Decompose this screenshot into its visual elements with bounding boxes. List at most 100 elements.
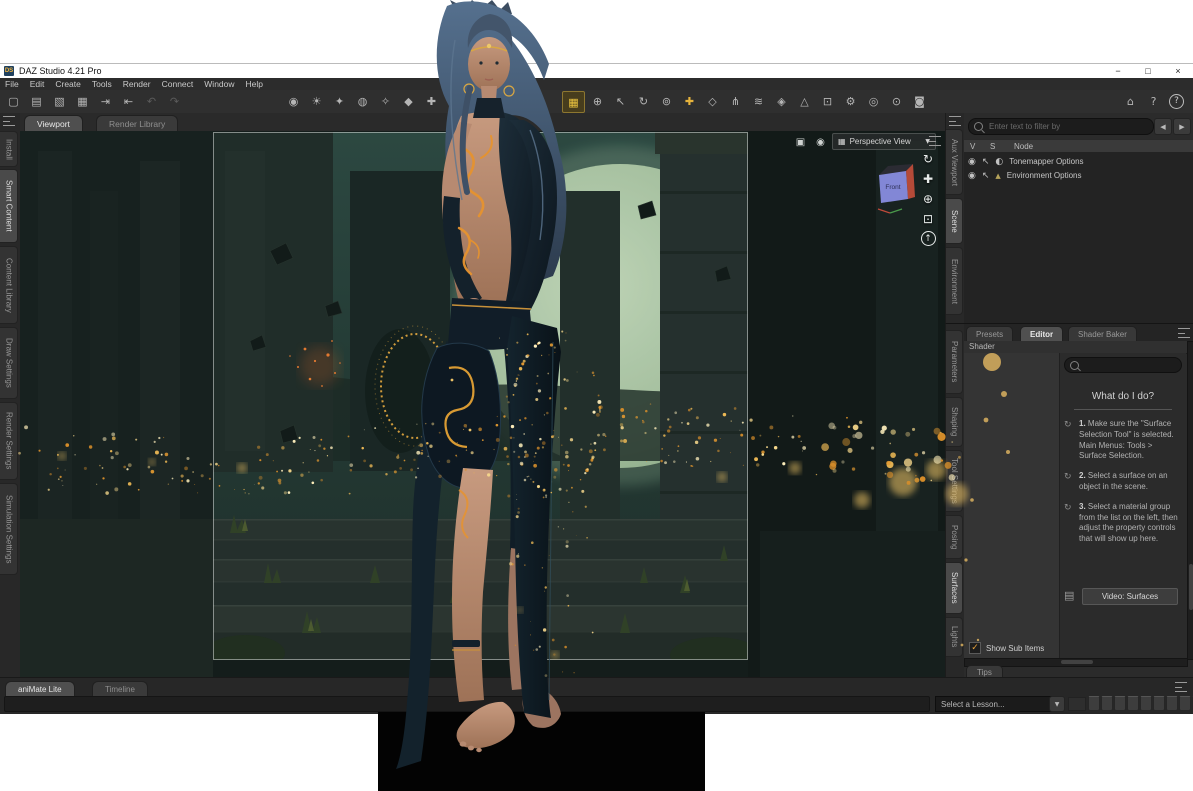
eye-icon[interactable]: ◉ xyxy=(968,171,976,181)
selectable-pointer-icon[interactable]: ↖ xyxy=(982,157,990,167)
rotate-tool-icon[interactable]: ↻ xyxy=(633,91,654,111)
close-button[interactable]: × xyxy=(1163,65,1193,78)
import-icon[interactable]: ⇥ xyxy=(95,91,116,111)
camera-settings-tool-icon[interactable]: ⊙ xyxy=(886,91,907,111)
new-primitive-icon[interactable]: ◆ xyxy=(398,91,419,111)
new-distant-light-icon[interactable]: ☀ xyxy=(306,91,327,111)
scene-outline-icon[interactable]: ≡ xyxy=(444,91,465,111)
menu-edit[interactable]: Edit xyxy=(30,79,45,89)
aspect-frame-icon[interactable]: ▣ xyxy=(790,132,811,152)
menu-create[interactable]: Create xyxy=(55,79,81,89)
whats-this-icon[interactable]: ? xyxy=(1143,91,1164,111)
tab-lights[interactable]: Lights xyxy=(946,617,963,657)
menu-connect[interactable]: Connect xyxy=(162,79,194,89)
sidebar-tab-render-settings[interactable]: Render Settings xyxy=(0,402,18,480)
open-scene-icon[interactable]: ▤ xyxy=(26,91,47,111)
filter-prev-button[interactable]: ◀ xyxy=(1154,118,1172,135)
merge-scene-icon[interactable]: ▧ xyxy=(49,91,70,111)
menu-tools[interactable]: Tools xyxy=(92,79,112,89)
tab-surfaces[interactable]: Surfaces xyxy=(946,562,963,614)
figure-setup-tool-icon[interactable]: △ xyxy=(794,91,815,111)
editor-vscrollbar[interactable] xyxy=(1187,341,1193,660)
export-icon[interactable]: ⇤ xyxy=(118,91,139,111)
lesson-nav-button[interactable] xyxy=(1101,696,1113,711)
node-row-tonemapper[interactable]: ◉ ↖ ◐ Tonemapper Options xyxy=(968,155,1084,168)
home-icon[interactable]: ⌂ xyxy=(1120,91,1141,111)
save-scene-icon[interactable]: ▦ xyxy=(72,91,93,111)
node-selection-tool-icon[interactable]: ↖ xyxy=(610,91,631,111)
tab-timeline[interactable]: Timeline xyxy=(92,681,148,696)
viewport-options-menu-icon[interactable] xyxy=(929,136,941,146)
geometry-editor-tool-icon[interactable]: ◈ xyxy=(771,91,792,111)
selectable-pointer-icon[interactable]: ↖ xyxy=(982,171,990,181)
sidebar-tab-install[interactable]: Install xyxy=(0,131,18,167)
camera-view-icon[interactable]: ◉ xyxy=(810,132,831,152)
lesson-nav-button[interactable] xyxy=(1140,696,1152,711)
scale-tool-icon[interactable]: ◇ xyxy=(702,91,723,111)
view-cube[interactable]: Front xyxy=(872,159,918,217)
new-environment-icon[interactable]: ◍ xyxy=(352,91,373,111)
checkbox-checked-icon[interactable]: ✓ xyxy=(969,642,981,654)
lesson-nav-button[interactable] xyxy=(1179,696,1191,711)
menu-window[interactable]: Window xyxy=(204,79,234,89)
tab-tool-settings[interactable]: Tool Settings xyxy=(946,450,963,512)
tab-scene[interactable]: Scene xyxy=(946,198,963,244)
scene-dock-menu-icon[interactable] xyxy=(949,116,961,126)
editor-search-input[interactable] xyxy=(1083,360,1176,371)
lesson-nav-button[interactable] xyxy=(1114,696,1126,711)
sidebar-tab-content-library[interactable]: Content Library xyxy=(0,246,18,324)
spot-render-tool-icon[interactable]: ⊡ xyxy=(817,91,838,111)
universal-tool-icon[interactable]: ✚ xyxy=(679,91,700,111)
sidebar-tab-smart-content[interactable]: Smart Content xyxy=(0,169,18,243)
sphere-settings-tool-icon[interactable]: ◎ xyxy=(863,91,884,111)
redo-icon[interactable]: ↷ xyxy=(164,91,185,111)
lesson-nav-button[interactable] xyxy=(1127,696,1139,711)
zoom-icon[interactable]: ⊕ xyxy=(920,191,936,207)
frame-icon[interactable]: ⊡ xyxy=(920,211,936,227)
undo-icon[interactable]: ↶ xyxy=(141,91,162,111)
camera-selector-dropdown[interactable]: ▦ Perspective View ▼ xyxy=(832,133,936,150)
render-button-icon[interactable]: ◙ xyxy=(909,91,930,111)
tab-editor[interactable]: Editor xyxy=(1020,326,1063,342)
scene-navigator-tool-icon[interactable]: ⊕ xyxy=(587,91,608,111)
active-pose-tool-icon[interactable]: ⊚ xyxy=(656,91,677,111)
sidebar-tab-draw-settings[interactable]: Draw Settings xyxy=(0,327,18,399)
help-icon[interactable]: ? xyxy=(1166,91,1187,111)
filter-next-button[interactable]: ▶ xyxy=(1173,118,1191,135)
lesson-dropdown-arrow[interactable]: ▼ xyxy=(1049,696,1065,712)
aim-home-icon[interactable]: ↑ xyxy=(921,231,936,246)
viewport-canvas[interactable]: ▣ ◉ ▦ Perspective View ▼ Front xyxy=(20,131,945,677)
new-null-icon[interactable]: ✚ xyxy=(421,91,442,111)
tab-shaping[interactable]: Shaping xyxy=(946,397,963,447)
tab-aux-viewport[interactable]: Aux Viewport xyxy=(946,129,963,195)
joint-editor-tool-icon[interactable]: ⋔ xyxy=(725,91,746,111)
tab-environment[interactable]: Environment xyxy=(946,247,963,315)
lesson-pane-menu-icon[interactable] xyxy=(1175,682,1187,692)
animate-track[interactable] xyxy=(4,696,930,712)
pan-icon[interactable]: ✚ xyxy=(920,171,936,187)
new-scene-icon[interactable]: ▢ xyxy=(3,91,24,111)
lesson-nav-button[interactable] xyxy=(1153,696,1165,711)
weight-map-tool-icon[interactable]: ≋ xyxy=(748,91,769,111)
surface-selection-tool-icon[interactable]: ▦ xyxy=(562,91,585,113)
orbit-icon[interactable]: ↻ xyxy=(920,151,936,167)
new-camera-icon[interactable]: ◉ xyxy=(283,91,304,111)
new-spotlight-icon[interactable]: ✧ xyxy=(375,91,396,111)
tab-render-library[interactable]: Render Library xyxy=(96,115,178,132)
new-point-light-icon[interactable]: ✦ xyxy=(329,91,350,111)
node-row-environment[interactable]: ◉ ↖ ▲ Environment Options xyxy=(968,169,1082,182)
eye-icon[interactable]: ◉ xyxy=(968,157,976,167)
minimize-button[interactable]: − xyxy=(1103,65,1133,78)
tab-parameters[interactable]: Parameters xyxy=(946,330,963,394)
left-dock-menu-icon[interactable] xyxy=(3,116,15,126)
lesson-dropdown[interactable]: Select a Lesson... xyxy=(935,696,1059,712)
maximize-button[interactable]: □ xyxy=(1133,65,1163,78)
menu-render[interactable]: Render xyxy=(123,79,151,89)
pointer-settings-tool-icon[interactable]: ⚙ xyxy=(840,91,861,111)
scene-filter-input[interactable] xyxy=(987,121,1148,132)
tab-animate-lite[interactable]: aniMate Lite xyxy=(5,681,75,696)
tab-presets[interactable]: Presets xyxy=(966,326,1013,342)
tab-posing[interactable]: Posing xyxy=(946,515,963,559)
editor-pane-menu-icon[interactable] xyxy=(1178,328,1190,338)
sidebar-tab-simulation-settings[interactable]: Simulation Settings xyxy=(0,483,18,575)
